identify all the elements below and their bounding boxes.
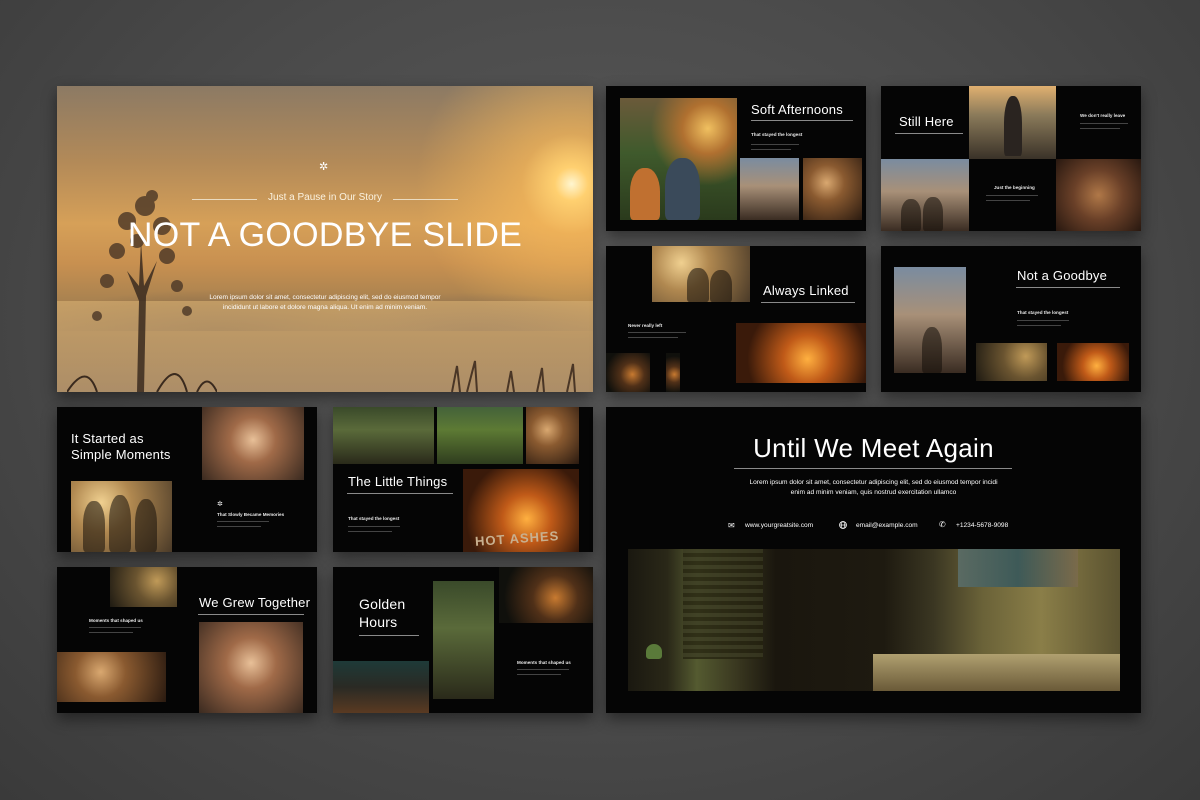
- photo-couple-sitting: [740, 158, 799, 220]
- globe-icon: [839, 521, 847, 529]
- photo-tent-field: [437, 407, 523, 464]
- until-rule: [734, 468, 1012, 469]
- photo-sunlit-room: [628, 549, 1120, 691]
- slide-still-here[interactable]: Still Here We don't really leave Just th…: [881, 86, 1141, 231]
- soft-afternoons-title: Soft Afternoons: [751, 102, 843, 117]
- until-body-line1: Lorem ipsum dolor sit amet, consectetur …: [749, 479, 998, 486]
- grass-silhouette: [451, 360, 576, 392]
- until-body-line2: enim ad minim veniam, quis nostrud exerc…: [790, 489, 957, 496]
- photo-friends-group: [71, 481, 172, 552]
- not-a-goodbye-rule: [1016, 287, 1120, 288]
- still-here-title: Still Here: [899, 114, 954, 129]
- photo-cheers: [526, 407, 579, 464]
- simple-moments-caption: That Slowly Became Memories: [217, 512, 285, 517]
- always-linked-rule: [761, 302, 855, 303]
- photo-friends-hill: [652, 246, 750, 302]
- photo-woman-laughing: [199, 622, 303, 713]
- little-things-caption: That stayed the longest: [348, 516, 400, 521]
- sofa: [873, 654, 1120, 691]
- not-a-goodbye-title: Not a Goodbye: [1017, 268, 1108, 283]
- simple-moments-title-line1: It Started as: [71, 431, 144, 446]
- photo-evening-walk: [666, 353, 680, 392]
- still-here-caption-top: We don't really leave: [1080, 113, 1126, 118]
- golden-hours-title-line1: Golden: [359, 596, 406, 612]
- always-linked-caption: Never really left: [628, 323, 663, 328]
- still-here-rule: [895, 133, 963, 134]
- hero-tagline: Just a Pause in Our Story: [268, 192, 382, 203]
- phone-icon: ✆: [939, 520, 946, 529]
- photo-phone-campfire: [736, 323, 866, 383]
- hero-body-line2: incididunt ut labore et dolore magna ali…: [222, 304, 428, 311]
- wall-frame: [958, 549, 1078, 587]
- photo-hikers: [333, 407, 434, 464]
- slide-little-things[interactable]: The Little Things HOT ASHES That stayed …: [333, 407, 593, 552]
- hero-body-line1: Lorem ipsum dolor sit amet, consectetur …: [209, 294, 441, 301]
- until-title: Until We Meet Again: [753, 433, 994, 463]
- not-a-goodbye-caption: That stayed the longest: [1017, 310, 1069, 315]
- sun-icon: ✲: [217, 501, 223, 508]
- photo-campfire-friends: HOT ASHES: [463, 469, 579, 552]
- grew-together-caption: Moments that shaped us: [89, 618, 143, 623]
- hero-title: NOT A GOODBYE SLIDE: [127, 216, 523, 254]
- slide-golden-hours[interactable]: Golden Hours Moments that shaped us: [333, 567, 593, 713]
- simple-moments-title-line2: Simple Moments: [71, 447, 171, 462]
- slide-until-we-meet-again[interactable]: Until We Meet Again Lorem ipsum dolor si…: [606, 407, 1141, 713]
- envelope-icon: ✉: [728, 521, 735, 530]
- hero-slide[interactable]: ✲ Just a Pause in Our Story NOT A GOODBY…: [57, 86, 593, 392]
- photo-doorway: [606, 353, 650, 392]
- slide-soft-afternoons[interactable]: Soft Afternoons That stayed the longest …: [606, 86, 866, 231]
- website-text[interactable]: www.yourgreatsite.com: [745, 522, 813, 529]
- little-things-title: The Little Things: [348, 474, 448, 489]
- photo-window-light: [976, 343, 1047, 381]
- tagline-rule-right: [393, 199, 458, 200]
- plant-pot: [646, 644, 662, 659]
- photo-friends-night: [333, 661, 429, 713]
- photo-table-talk: [803, 158, 862, 220]
- slide-always-linked[interactable]: Always Linked Never really left: [606, 246, 866, 392]
- slide-grew-together[interactable]: We Grew Together Moments that shaped us: [57, 567, 317, 713]
- photo-guitar-sunset: [894, 267, 966, 373]
- window-frame: [683, 549, 763, 659]
- photo-kitchen-friends: [110, 567, 177, 607]
- soft-afternoons-rule: [751, 120, 853, 121]
- hot-ashes-sign: HOT ASHES: [474, 528, 560, 549]
- photo-tent-campfire: [1057, 343, 1129, 381]
- little-things-rule: [347, 493, 453, 494]
- slide-not-a-goodbye[interactable]: Not a Goodbye That stayed the longest: [881, 246, 1141, 392]
- tree-silhouette: [67, 190, 217, 392]
- photo-picnic-laughing: [202, 407, 304, 480]
- slide-simple-moments[interactable]: It Started as Simple Moments ✲ That Slow…: [57, 407, 317, 552]
- golden-hours-caption: Moments that shaped us: [517, 660, 571, 665]
- always-linked-title: Always Linked: [763, 283, 849, 298]
- soft-afternoons-caption: That stayed the longest ​: [751, 132, 802, 143]
- still-here-caption-bottom: Just the beginning: [994, 185, 1035, 190]
- photo-cooking-together: [57, 652, 166, 702]
- sun-icon: ✲: [319, 161, 329, 173]
- photo-guitar-campfire: [499, 567, 593, 623]
- photo-man-by-lake: [969, 86, 1056, 159]
- photo-couple-sunset: [881, 159, 969, 231]
- golden-hours-rule: [359, 635, 419, 636]
- phone-text[interactable]: +1234-5678-9098: [956, 522, 1008, 529]
- email-text[interactable]: email@example.com: [856, 522, 918, 529]
- grew-together-title: We Grew Together: [199, 595, 311, 610]
- grew-together-rule: [198, 614, 304, 615]
- photo-holding-hands: [1056, 159, 1141, 231]
- photo-camping-friends: [620, 98, 737, 220]
- soft-afternoons-caption-title: That stayed the longest: [751, 132, 803, 137]
- photo-mugs-cheers: [433, 581, 494, 699]
- golden-hours-title-line2: Hours: [359, 614, 398, 630]
